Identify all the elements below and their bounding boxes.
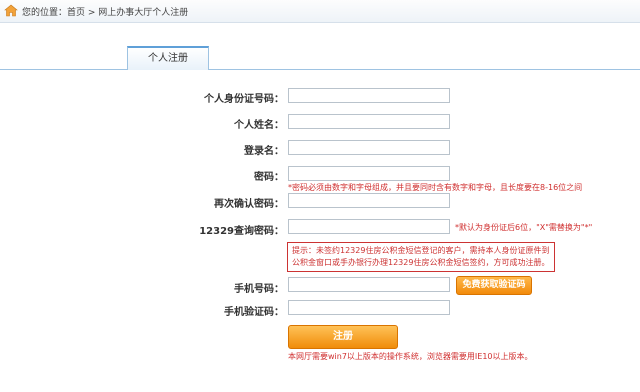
login-name-input[interactable]: [288, 140, 450, 155]
tab-divider: [0, 69, 640, 70]
tab-personal-register[interactable]: 个人注册: [127, 46, 209, 70]
confirm-password-input[interactable]: [288, 193, 450, 208]
query-password-input[interactable]: [288, 219, 450, 234]
register-button[interactable]: 注册: [288, 325, 398, 349]
notice-line-2: 公积金窗口或手办银行办理12329住房公积金短信签约，方可成功注册。: [292, 258, 550, 267]
id-number-label: 个人身份证号码：: [204, 94, 284, 105]
name-label: 个人姓名：: [234, 120, 284, 131]
password-hint: *密码必须由数字和字母组成，并且要同时含有数字和字母，且长度要在8-16位之间: [288, 183, 583, 192]
sms-code-label: 手机验证码：: [224, 307, 284, 318]
password-input[interactable]: [288, 166, 450, 181]
confirm-password-label: 再次确认密码：: [214, 199, 284, 210]
registration-notice: 提示：未签约12329住房公积金短信登记的客户，需持本人身份证原件到 公积金窗口…: [287, 242, 555, 272]
password-label: 密码：: [254, 172, 284, 183]
phone-label: 手机号码：: [234, 284, 284, 295]
notice-line-1: 提示：未签约12329住房公积金短信登记的客户，需持本人身份证原件到: [292, 246, 550, 255]
sms-code-input[interactable]: [288, 300, 450, 315]
home-icon[interactable]: [4, 4, 18, 17]
name-input[interactable]: [288, 114, 450, 129]
get-sms-code-button[interactable]: 免费获取验证码: [456, 276, 532, 295]
breadcrumb-bar: 您的位置：首页 > 网上办事大厅个人注册: [0, 0, 640, 23]
system-requirement-note: 本网厅需要win7以上版本的操作系统，浏览器需要用IE10以上版本。: [288, 352, 533, 361]
breadcrumb-text[interactable]: 您的位置：首页 > 网上办事大厅个人注册: [22, 5, 188, 18]
query-password-hint: *默认为身份证后6位，"X"需替换为"*": [455, 223, 593, 232]
id-number-input[interactable]: [288, 88, 450, 103]
login-name-label: 登录名：: [244, 146, 284, 157]
phone-input[interactable]: [288, 277, 450, 292]
query-password-label: 12329查询密码：: [199, 226, 284, 237]
